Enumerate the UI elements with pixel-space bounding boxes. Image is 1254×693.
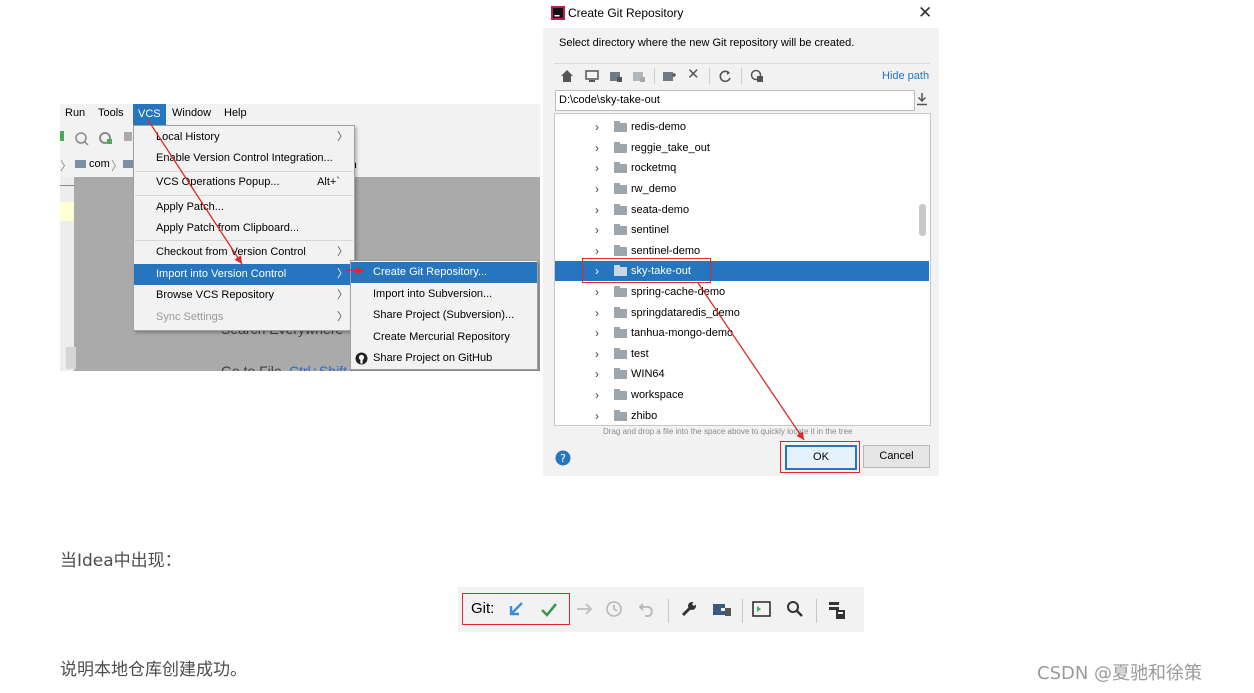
vcs-operations-icon[interactable] [827,600,847,620]
rollback-icon[interactable] [638,600,656,618]
terminal-icon[interactable] [752,600,772,618]
settings-wrench-icon[interactable] [680,600,698,618]
arrow-vcs-to-import [147,119,243,265]
text-line-2: 说明本地仓库创建成功。 [60,660,247,680]
project-structure-icon[interactable] [712,600,732,618]
text-line-1: 当Idea中出现： [60,551,182,571]
compare-icon[interactable] [575,600,593,618]
arrow-folder-to-ok [697,282,805,441]
search-icon[interactable] [786,600,804,618]
history-icon[interactable] [605,600,623,618]
arrow-import-to-create [345,266,365,275]
watermark: CSDN @夏驰和徐策 [1037,663,1203,684]
highlight-box-git-actions [462,593,570,625]
